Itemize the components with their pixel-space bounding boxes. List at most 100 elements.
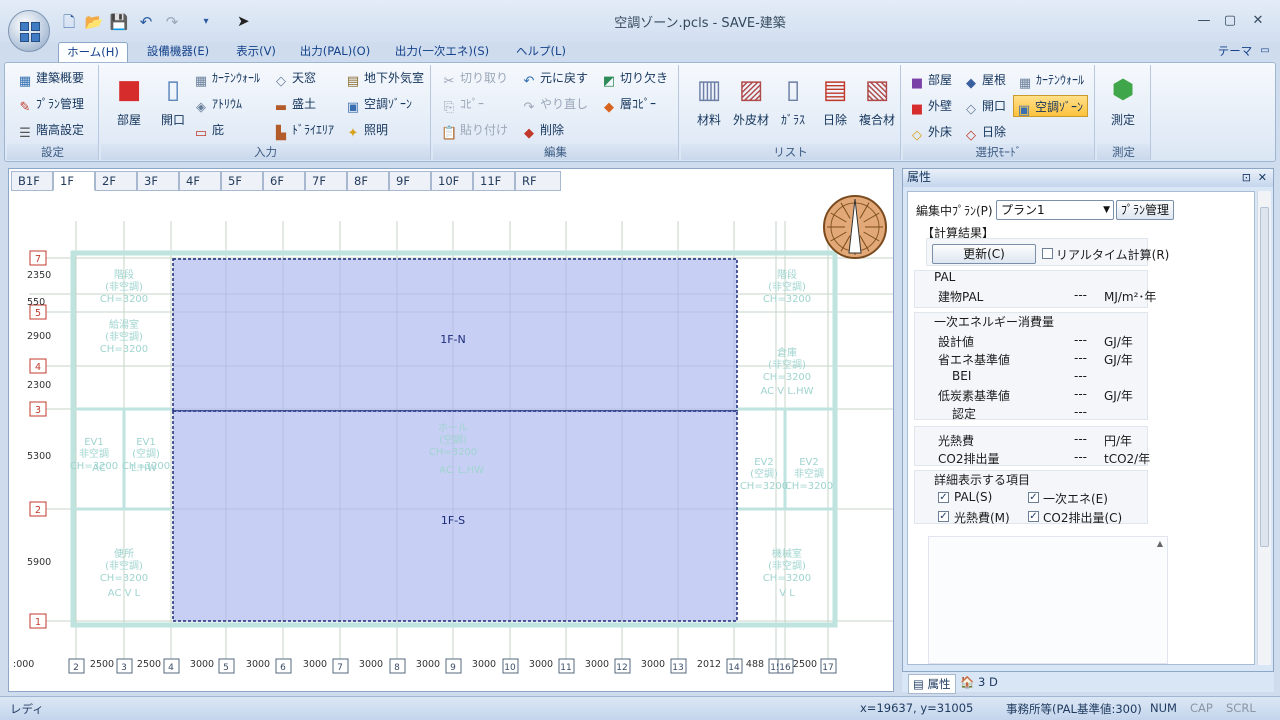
- envelope-material-button[interactable]: ▨ 外皮材: [727, 69, 775, 141]
- zone-label-1f-n: 1F-N: [440, 333, 466, 346]
- paste-button[interactable]: 📋 貼り付け: [441, 119, 508, 141]
- tab-help[interactable]: ヘルプ(L): [508, 42, 574, 62]
- room-button[interactable]: ■ 部屋: [105, 69, 153, 141]
- floor-icon: ◇: [912, 128, 922, 143]
- floor-tab-2f[interactable]: 2F: [95, 171, 137, 191]
- select-shading-button[interactable]: ◇ 日除: [963, 121, 1006, 143]
- minimize-icon[interactable]: —: [1190, 10, 1218, 32]
- realtime-checkbox[interactable]: [1042, 248, 1053, 259]
- floor-tab-1f[interactable]: 1F: [53, 171, 95, 191]
- select-exterior-wall-button[interactable]: ■ 外壁: [909, 95, 952, 117]
- tab-output-energy[interactable]: 出力(一次エネ)(S): [388, 42, 496, 62]
- certification-value: ---: [1074, 405, 1087, 419]
- close-panel-icon[interactable]: ✕: [1258, 169, 1267, 186]
- plan-select[interactable]: プラン1 ▼: [996, 200, 1114, 220]
- fill-soil-button[interactable]: ▬ 盛土: [273, 93, 316, 115]
- select-curtain-wall-button[interactable]: ▦ ｶｰﾃﾝｳｫｰﾙ: [1017, 69, 1084, 91]
- co2-unit: tCO2/年: [1104, 452, 1151, 466]
- room-label: AC: [439, 465, 453, 476]
- redo-button[interactable]: ↷ やり直し: [521, 93, 588, 115]
- floor-tab-rf[interactable]: RF: [515, 171, 561, 191]
- floor-height-button[interactable]: ☰ 階高設定: [17, 119, 84, 141]
- room-label: CH=3200: [763, 372, 811, 383]
- properties-scrollbar[interactable]: [1257, 191, 1271, 665]
- select-aircon-zone-button[interactable]: ▣ 空調ｿﾞｰﾝ: [1013, 95, 1089, 118]
- maximize-icon[interactable]: ▢: [1216, 10, 1244, 32]
- opening-button[interactable]: ▯ 開口: [149, 69, 197, 141]
- plan-manage-button[interactable]: ﾌﾟﾗﾝ管理: [1116, 200, 1174, 220]
- col-dimension: 2500: [90, 659, 114, 670]
- col-marker-label: 7: [337, 663, 343, 673]
- pal-checkbox[interactable]: ✓: [938, 492, 949, 503]
- floor-tab-10f[interactable]: 10F: [431, 171, 473, 191]
- cut-button[interactable]: ✂ 切り取り: [441, 67, 508, 89]
- composite-icon: ▧: [864, 75, 890, 105]
- col-dimension: 3000: [359, 659, 383, 670]
- application-menu-button[interactable]: [8, 10, 50, 52]
- 3d-icon: 🏠: [960, 675, 978, 689]
- floor-tab-11f[interactable]: 11F: [473, 171, 515, 191]
- tab-equipment[interactable]: 設備機器(E): [138, 42, 218, 62]
- composite-button[interactable]: ▧ 複合材: [853, 69, 901, 141]
- eaves-button[interactable]: ▭ 庇: [193, 119, 224, 141]
- dry-area-button[interactable]: ▙ ﾄﾞﾗｲｴﾘｱ: [273, 119, 334, 141]
- floor-tab-3f[interactable]: 3F: [137, 171, 179, 191]
- room-label: CH=3200: [100, 294, 148, 305]
- floor-tab-9f[interactable]: 9F: [389, 171, 431, 191]
- material-button[interactable]: ▥ 材料: [685, 69, 733, 141]
- basement-air-button[interactable]: ▤ 地下外気室: [345, 67, 424, 89]
- tab-3d[interactable]: 🏠 3 D: [960, 675, 998, 689]
- floor-tab-6f[interactable]: 6F: [263, 171, 305, 191]
- shading-button[interactable]: ▤ 日除: [811, 69, 859, 141]
- floor-tab-4f[interactable]: 4F: [179, 171, 221, 191]
- glass-button[interactable]: ▯ ｶﾞﾗｽ: [769, 69, 817, 141]
- row-dimension: 2900: [27, 331, 51, 342]
- room-label: 非空調: [79, 447, 109, 460]
- scroll-thumb[interactable]: [1260, 207, 1269, 547]
- building-pal-label: 建物PAL: [938, 290, 984, 304]
- plan-manage-button[interactable]: ✎ ﾌﾟﾗﾝ管理: [17, 93, 84, 115]
- ribbon-tabs: ホーム(H) 設備機器(E) 表示(V) 出力(PAL)(O) 出力(一次エネ)…: [0, 42, 1280, 62]
- layer-copy-button[interactable]: ◆ 層ｺﾋﾟｰ: [601, 93, 656, 115]
- select-room-button[interactable]: ■ 部屋: [909, 69, 952, 91]
- redo-icon: ↷: [523, 100, 535, 115]
- floor-tab-8f[interactable]: 8F: [347, 171, 389, 191]
- col-marker-label: 17: [822, 663, 833, 673]
- scroll-up-icon[interactable]: ▲: [1157, 539, 1163, 548]
- co2-check-label: CO2排出量(C): [1043, 511, 1123, 525]
- notch-button[interactable]: ◩ 切り欠き: [601, 67, 668, 89]
- energy-checkbox[interactable]: ✓: [1028, 492, 1039, 503]
- floor-tab-5f[interactable]: 5F: [221, 171, 263, 191]
- room-label: L.HW: [131, 463, 157, 474]
- theme-menu[interactable]: テーマ: [1210, 42, 1260, 62]
- select-opening-button[interactable]: ◇ 開口: [963, 95, 1006, 117]
- select-roof-button[interactable]: ◆ 屋根: [963, 69, 1006, 91]
- tab-properties[interactable]: ▤ 属性: [908, 674, 956, 694]
- select-exterior-floor-button[interactable]: ◇ 外床: [909, 121, 952, 143]
- floor-tab-7f[interactable]: 7F: [305, 171, 347, 191]
- tab-view[interactable]: 表示(V): [228, 42, 284, 62]
- skylight-button[interactable]: ◇ 天窓: [273, 67, 316, 89]
- ribbon-minimize-icon[interactable]: ▭: [1258, 42, 1272, 62]
- undo-button[interactable]: ↶ 元に戻す: [521, 67, 588, 89]
- building-overview-button[interactable]: ▦ 建築概要: [17, 67, 84, 89]
- pin-icon[interactable]: ⊡: [1242, 169, 1251, 186]
- floor-tab-b1f[interactable]: B1F: [11, 171, 53, 191]
- measure-button[interactable]: ⬢ 測定: [1099, 69, 1147, 141]
- co2-checkbox[interactable]: ✓: [1028, 511, 1039, 522]
- atrium-button[interactable]: ◈ ｱﾄﾘｳﾑ: [193, 93, 242, 115]
- col-dimension: 2012: [697, 659, 721, 670]
- tab-output-pal[interactable]: 出力(PAL)(O): [295, 42, 375, 62]
- cost-checkbox[interactable]: ✓: [938, 511, 949, 522]
- curtain-wall-button[interactable]: ▦ ｶｰﾃﾝｳｫｰﾙ: [193, 67, 260, 89]
- lighting-button[interactable]: ✦ 照明: [345, 119, 388, 141]
- update-button[interactable]: 更新(C): [932, 244, 1036, 264]
- tab-home[interactable]: ホーム(H): [58, 42, 128, 62]
- aircon-zone-button[interactable]: ▣ 空調ｿﾞｰﾝ: [345, 93, 412, 115]
- skylight-icon: ◇: [276, 74, 286, 89]
- close-icon[interactable]: ✕: [1244, 10, 1272, 32]
- delete-button[interactable]: ◆ 削除: [521, 119, 564, 141]
- copy-button[interactable]: ⎘ ｺﾋﾟｰ: [441, 93, 484, 115]
- properties-title: 属性: [907, 170, 932, 184]
- floor-plan-canvas[interactable]: 1F-N1F-S階段(非空調)CH=3200給湯室(非空調)CH=3200EV1…: [9, 191, 893, 691]
